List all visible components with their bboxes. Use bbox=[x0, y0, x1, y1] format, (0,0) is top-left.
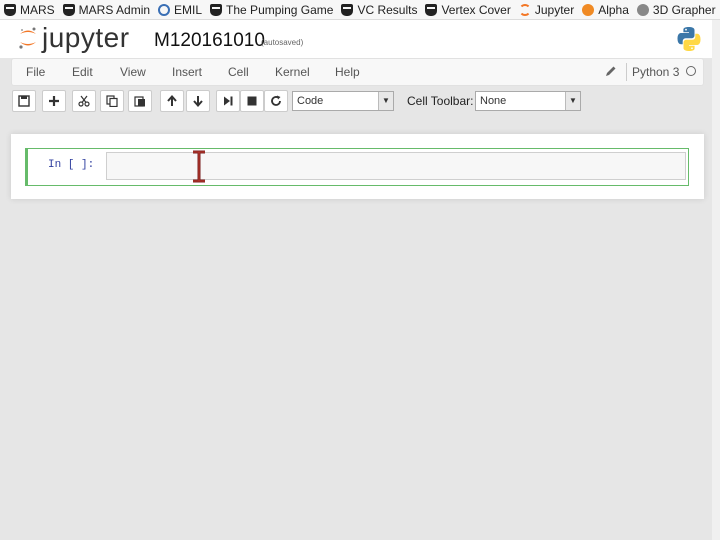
bookmark-label: The Pumping Game bbox=[226, 2, 334, 17]
bookmark-label: EMIL bbox=[174, 2, 203, 17]
bookmark-label: MARS bbox=[20, 2, 55, 17]
mars-icon bbox=[210, 3, 223, 16]
cut-button[interactable] bbox=[72, 90, 96, 112]
bookmark-label: VC Results bbox=[357, 2, 418, 17]
mars-icon bbox=[62, 3, 75, 16]
kernel-idle-indicator-icon bbox=[686, 66, 696, 76]
restart-kernel-button[interactable] bbox=[264, 90, 288, 112]
add-cell-button[interactable] bbox=[42, 90, 66, 112]
toolbar: Code ▼ Cell Toolbar: None ▼ bbox=[0, 88, 712, 116]
bookmark-vc-results[interactable]: VC Results bbox=[341, 3, 417, 17]
move-up-icon bbox=[167, 95, 177, 106]
cell-toolbar-label: Cell Toolbar: bbox=[407, 94, 474, 108]
menu-insert[interactable]: Insert bbox=[172, 65, 202, 79]
move-down-icon bbox=[193, 96, 203, 107]
bookmark-mars-admin[interactable]: MARS Admin bbox=[62, 2, 151, 17]
input-prompt: In [ ]: bbox=[48, 159, 95, 171]
chevron-down-icon: ▼ bbox=[565, 92, 580, 110]
emil-icon bbox=[158, 3, 171, 16]
bookmark-label: Vertex Cover bbox=[441, 2, 511, 17]
jupyter-logo[interactable]: jupyter bbox=[18, 24, 130, 52]
save-button[interactable] bbox=[12, 90, 36, 112]
mars-icon bbox=[4, 3, 16, 16]
copy-icon bbox=[106, 95, 118, 107]
stop-icon bbox=[247, 96, 257, 106]
text-cursor-icon bbox=[193, 150, 205, 183]
bookmark-3d-grapher[interactable]: 3D Grapher bbox=[636, 2, 716, 17]
save-icon bbox=[18, 95, 30, 107]
move-down-button[interactable] bbox=[186, 90, 210, 112]
logo-text: jupyter bbox=[42, 22, 130, 53]
run-cell-button[interactable] bbox=[216, 90, 240, 112]
bookmark-mars[interactable]: MARS bbox=[4, 3, 55, 17]
paste-icon bbox=[134, 96, 145, 107]
menu-help[interactable]: Help bbox=[335, 65, 360, 79]
bookmark-label: 3D Grapher bbox=[652, 2, 716, 17]
chevron-down-icon: ▼ bbox=[378, 92, 393, 110]
menu-edit[interactable]: Edit bbox=[72, 65, 93, 79]
notebook-container: In [ ]: bbox=[11, 134, 704, 199]
mars-icon bbox=[341, 3, 354, 16]
menu-kernel[interactable]: Kernel bbox=[275, 65, 310, 79]
bookmark-label: MARS Admin bbox=[78, 2, 151, 17]
grapher-icon bbox=[636, 3, 649, 16]
cell-type-value: Code bbox=[297, 95, 324, 107]
paste-button[interactable] bbox=[128, 90, 152, 112]
bookmark-pumping-game[interactable]: The Pumping Game bbox=[210, 3, 333, 17]
bookmark-alpha[interactable]: Alpha bbox=[582, 3, 629, 17]
menu-file[interactable]: File bbox=[26, 65, 45, 79]
mars-icon bbox=[425, 3, 438, 16]
cell-type-select[interactable]: Code ▼ bbox=[292, 91, 394, 111]
pencil-icon[interactable] bbox=[605, 65, 617, 77]
menu-cell[interactable]: Cell bbox=[228, 65, 249, 79]
bookmark-emil[interactable]: EMIL bbox=[158, 3, 202, 17]
alpha-icon bbox=[582, 3, 595, 16]
notebook-header: jupyter M120161010 (autosaved) bbox=[0, 20, 712, 58]
bookmarks-bar: MARS MARS Admin EMIL The Pumping Game VC… bbox=[0, 0, 720, 20]
restart-icon bbox=[271, 95, 281, 106]
jupyter-logo-icon bbox=[19, 27, 36, 49]
menubar: File Edit View Insert Cell Kernel Help P… bbox=[11, 58, 704, 86]
interrupt-kernel-button[interactable] bbox=[240, 90, 264, 112]
code-cell[interactable]: In [ ]: bbox=[25, 148, 689, 186]
bookmark-vertex-cover[interactable]: Vertex Cover bbox=[425, 2, 511, 17]
kernel-divider bbox=[626, 63, 627, 81]
menu-view[interactable]: View bbox=[120, 65, 146, 79]
scrollbar[interactable] bbox=[712, 20, 720, 540]
add-cell-icon bbox=[49, 96, 59, 106]
move-up-button[interactable] bbox=[160, 90, 184, 112]
notebook-name[interactable]: M120161010 bbox=[154, 30, 265, 52]
cell-toolbar-value: None bbox=[480, 95, 507, 107]
python-logo-icon bbox=[677, 27, 701, 51]
jupyter-icon bbox=[518, 3, 531, 16]
save-status: (autosaved) bbox=[261, 38, 304, 47]
run-icon bbox=[224, 96, 233, 106]
copy-button[interactable] bbox=[100, 90, 124, 112]
bookmark-label: Jupyter bbox=[534, 2, 575, 17]
bookmark-label: Alpha bbox=[598, 2, 629, 17]
bookmark-jupyter[interactable]: Jupyter bbox=[518, 2, 575, 17]
cut-icon bbox=[78, 95, 90, 107]
cell-toolbar-select[interactable]: None ▼ bbox=[475, 91, 581, 111]
kernel-name: Python 3 bbox=[632, 65, 680, 79]
